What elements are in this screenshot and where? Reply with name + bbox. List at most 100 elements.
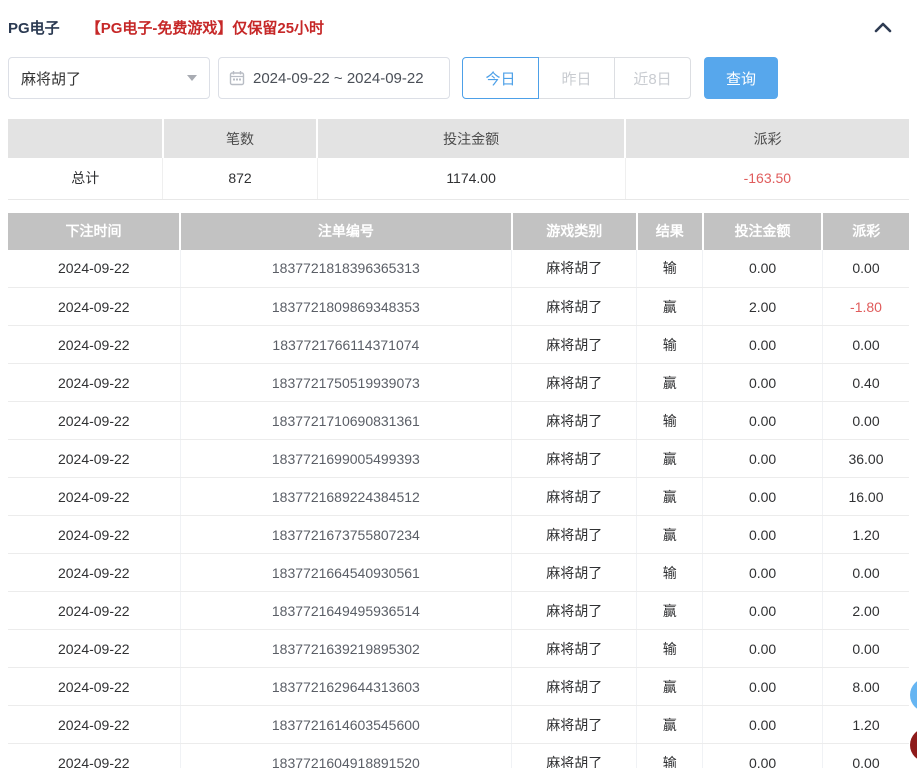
- cell-ticket-number: 1837721818396365313: [179, 249, 512, 288]
- cell-result: 赢: [636, 287, 703, 326]
- cell-result: 输: [636, 249, 703, 288]
- cell-bet-time: 2024-09-22: [8, 287, 181, 326]
- summary-table: 笔数 投注金额 派彩 总计 872 1174.00 -163.50: [8, 119, 909, 200]
- col-header-payout: 派彩: [821, 212, 909, 250]
- cell-bet-amount: 0.00: [702, 743, 823, 768]
- summary-total-label: 总计: [8, 158, 163, 200]
- table-row: 2024-09-22 1837721614603545600 麻将胡了 赢 0.…: [8, 705, 909, 744]
- cell-result: 输: [636, 325, 703, 364]
- cell-bet-time: 2024-09-22: [8, 249, 181, 288]
- cell-payout: 0.00: [821, 743, 909, 768]
- cell-bet-time: 2024-09-22: [8, 477, 181, 516]
- cell-game-category: 麻将胡了: [511, 477, 637, 516]
- cell-game-category: 麻将胡了: [511, 439, 637, 478]
- cell-bet-amount: 0.00: [702, 553, 823, 592]
- date-range-value: 2024-09-22 ~ 2024-09-22: [253, 69, 424, 87]
- cell-result: 输: [636, 743, 703, 768]
- cell-bet-time: 2024-09-22: [8, 705, 181, 744]
- table-row: 2024-09-22 1837721604918891520 麻将胡了 输 0.…: [8, 743, 909, 768]
- collapse-panel-button[interactable]: [869, 15, 897, 39]
- cell-bet-amount: 0.00: [702, 515, 823, 554]
- table-row: 2024-09-22 1837721673755807234 麻将胡了 赢 0.…: [8, 515, 909, 554]
- cell-bet-time: 2024-09-22: [8, 515, 181, 554]
- cell-result: 输: [636, 629, 703, 668]
- cell-game-category: 麻将胡了: [511, 553, 637, 592]
- cell-result: 赢: [636, 477, 703, 516]
- cell-bet-time: 2024-09-22: [8, 363, 181, 402]
- cell-bet-amount: 0.00: [702, 401, 823, 440]
- game-select[interactable]: 麻将胡了: [8, 57, 210, 99]
- calendar-icon: [229, 71, 245, 86]
- cell-payout: 0.00: [821, 629, 909, 668]
- table-row: 2024-09-22 1837721809869348353 麻将胡了 赢 2.…: [8, 287, 909, 326]
- summary-total-bet-amount: 1174.00: [316, 158, 626, 200]
- summary-header-count: 笔数: [161, 119, 318, 158]
- cell-bet-time: 2024-09-22: [8, 667, 181, 706]
- cell-result: 赢: [636, 515, 703, 554]
- cell-ticket-number: 1837721809869348353: [179, 287, 512, 326]
- cell-ticket-number: 1837721614603545600: [179, 705, 512, 744]
- cell-payout: 2.00: [821, 591, 909, 630]
- summary-total-row: 总计 872 1174.00 -163.50: [8, 158, 909, 200]
- summary-header-payout: 派彩: [624, 119, 909, 158]
- today-button[interactable]: 今日: [462, 57, 539, 99]
- game-select-value: 麻将胡了: [21, 70, 82, 88]
- cell-payout: 0.00: [821, 401, 909, 440]
- cell-result: 输: [636, 401, 703, 440]
- cell-payout: 0.00: [821, 553, 909, 592]
- cell-bet-amount: 0.00: [702, 249, 823, 288]
- cell-bet-amount: 2.00: [702, 287, 823, 326]
- table-row: 2024-09-22 1837721818396365313 麻将胡了 输 0.…: [8, 249, 909, 288]
- cell-ticket-number: 1837721750519939073: [179, 363, 512, 402]
- cell-ticket-number: 1837721689224384512: [179, 477, 512, 516]
- table-row: 2024-09-22 1837721664540930561 麻将胡了 输 0.…: [8, 553, 909, 592]
- bet-table-header-row: 下注时间 注单编号 游戏类别 结果 投注金额 派彩: [8, 212, 909, 250]
- cell-ticket-number: 1837721649495936514: [179, 591, 512, 630]
- cell-bet-amount: 0.00: [702, 439, 823, 478]
- table-row: 2024-09-22 1837721689224384512 麻将胡了 赢 0.…: [8, 477, 909, 516]
- cell-payout: -1.80: [821, 287, 909, 326]
- bet-table-body: 2024-09-22 1837721818396365313 麻将胡了 输 0.…: [8, 249, 909, 768]
- last-8-days-button[interactable]: 近8日: [614, 57, 691, 99]
- cell-payout: 1.20: [821, 705, 909, 744]
- cell-payout: 8.00: [821, 667, 909, 706]
- page-title: PG电子: [8, 19, 60, 37]
- cell-bet-time: 2024-09-22: [8, 743, 181, 768]
- col-header-bet-time: 下注时间: [8, 212, 181, 250]
- summary-header-row: 笔数 投注金额 派彩: [8, 119, 909, 158]
- summary-header-blank: [8, 119, 163, 158]
- cell-payout: 0.00: [821, 325, 909, 364]
- cell-bet-amount: 0.00: [702, 591, 823, 630]
- col-header-game-category: 游戏类别: [510, 212, 637, 250]
- filter-bar: 麻将胡了 2024-09-22 ~ 2024-09-22 今日 昨日 近8日 查…: [8, 57, 909, 99]
- cell-result: 赢: [636, 705, 703, 744]
- date-range-input[interactable]: 2024-09-22 ~ 2024-09-22: [218, 57, 450, 99]
- cell-result: 赢: [636, 667, 703, 706]
- chevron-up-icon: [874, 22, 892, 33]
- cell-bet-time: 2024-09-22: [8, 325, 181, 364]
- table-row: 2024-09-22 1837721649495936514 麻将胡了 赢 0.…: [8, 591, 909, 630]
- cell-payout: 0.40: [821, 363, 909, 402]
- col-header-ticket-number: 注单编号: [179, 212, 512, 250]
- table-row: 2024-09-22 1837721699005499393 麻将胡了 赢 0.…: [8, 439, 909, 478]
- cell-game-category: 麻将胡了: [511, 705, 637, 744]
- cell-result: 赢: [636, 591, 703, 630]
- summary-header-bet-amount: 投注金额: [316, 119, 626, 158]
- table-row: 2024-09-22 1837721710690831361 麻将胡了 输 0.…: [8, 401, 909, 440]
- cell-game-category: 麻将胡了: [511, 363, 637, 402]
- cell-result: 赢: [636, 363, 703, 402]
- cell-ticket-number: 1837721673755807234: [179, 515, 512, 554]
- cell-bet-amount: 0.00: [702, 363, 823, 402]
- query-button[interactable]: 查询: [704, 57, 778, 99]
- table-row: 2024-09-22 1837721766114371074 麻将胡了 输 0.…: [8, 325, 909, 364]
- cell-result: 赢: [636, 439, 703, 478]
- cell-ticket-number: 1837721629644313603: [179, 667, 512, 706]
- yesterday-button[interactable]: 昨日: [538, 57, 615, 99]
- table-row: 2024-09-22 1837721750519939073 麻将胡了 赢 0.…: [8, 363, 909, 402]
- cell-payout: 36.00: [821, 439, 909, 478]
- cell-bet-time: 2024-09-22: [8, 629, 181, 668]
- cell-payout: 16.00: [821, 477, 909, 516]
- pg-games-panel: PG电子 【PG电子-免费游戏】仅保留25小时 麻将胡了 2024-09-22 …: [0, 0, 917, 768]
- caret-down-icon: [187, 75, 197, 81]
- date-quick-button-group: 今日 昨日 近8日: [462, 57, 691, 99]
